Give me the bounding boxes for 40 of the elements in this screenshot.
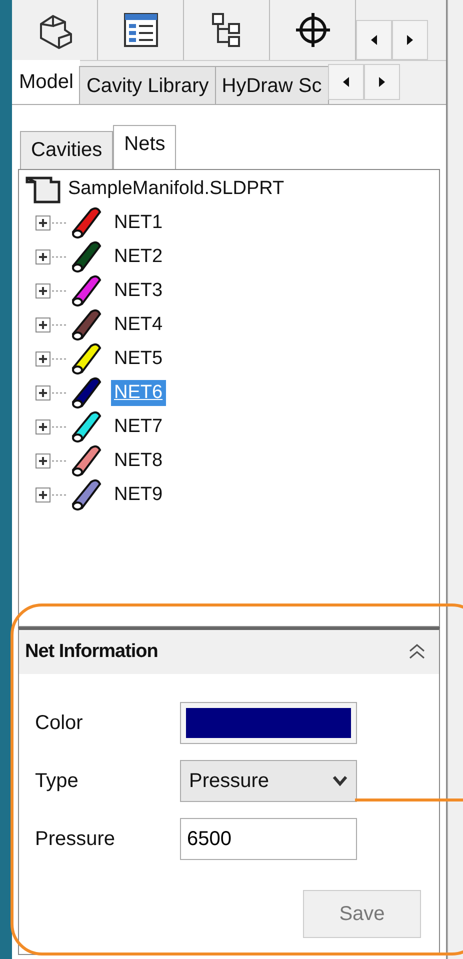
scroll-button[interactable] [392, 20, 428, 60]
expand-toggle-icon[interactable] [35, 349, 69, 369]
tree-item[interactable]: NET2 [111, 244, 166, 270]
expand-toggle-icon[interactable] [35, 451, 69, 471]
tab[interactable]: Model [12, 60, 80, 104]
tree-item[interactable]: NET8 [111, 448, 166, 474]
right-arrow-icon [378, 77, 385, 87]
box-icon [25, 174, 61, 204]
scroll-button[interactable] [328, 64, 364, 100]
expand-toggle-icon[interactable] [35, 213, 69, 233]
expand-toggle-icon[interactable] [35, 417, 69, 437]
tree-item[interactable]: NET4 [111, 312, 166, 338]
tab[interactable]: Cavities [20, 131, 114, 169]
tree-item[interactable]: NET1 [111, 210, 166, 236]
expand-toggle-icon[interactable] [35, 315, 69, 335]
left-arrow-icon [371, 35, 377, 45]
chevron-down-icon [332, 775, 348, 787]
tree-item[interactable]: NET7 [111, 414, 166, 440]
expand-toggle-icon[interactable] [35, 383, 69, 403]
tree-item[interactable]: NET9 [111, 482, 166, 508]
pressure-field[interactable]: 6500 [180, 818, 357, 860]
scroll-button[interactable] [356, 20, 392, 60]
tree-item[interactable]: NET3 [111, 278, 166, 304]
left-arrow-icon [342, 77, 349, 87]
tree-item[interactable]: SampleManifold.SLDPRT [65, 176, 288, 202]
scroll-button[interactable] [364, 64, 400, 100]
tab[interactable]: HyDraw Sc [214, 66, 329, 104]
tree-item[interactable]: NET5 [111, 346, 166, 372]
panel-title: Net Information [25, 640, 158, 664]
expand-toggle-icon[interactable] [35, 485, 69, 505]
expand-toggle-icon[interactable] [35, 247, 69, 267]
field-label: Pressure [35, 827, 116, 852]
field-label: Color [35, 711, 84, 736]
right-arrow-icon [407, 35, 413, 45]
field-label: Type [35, 769, 80, 794]
tab[interactable]: Nets [113, 125, 176, 169]
color-picker[interactable] [180, 702, 357, 744]
tab[interactable]: Cavity Library [79, 66, 216, 104]
type-dropdown[interactable]: Pressure [180, 760, 357, 802]
expand-toggle-icon[interactable] [35, 281, 69, 301]
